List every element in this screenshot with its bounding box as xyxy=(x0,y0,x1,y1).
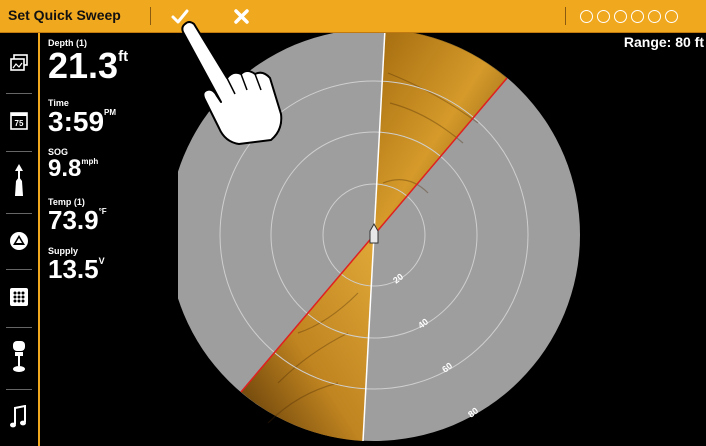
sidebar-divider xyxy=(6,327,32,328)
sidebar-divider xyxy=(6,389,32,390)
grid-menu-icon xyxy=(10,288,28,306)
page-title: Set Quick Sweep xyxy=(8,7,121,23)
title-bar: Set Quick Sweep xyxy=(0,0,706,33)
supply-value: 13.5 xyxy=(48,254,99,284)
sidebar-divider xyxy=(6,269,32,270)
sidebar: 75 xyxy=(0,33,40,446)
navigation-icon xyxy=(15,164,23,196)
trolling-motor-icon xyxy=(13,341,25,372)
range-readout: Range: 80 ft xyxy=(623,34,704,50)
person-icon[interactable] xyxy=(580,9,593,23)
sidebar-divider xyxy=(6,213,32,214)
pointing-hand-icon xyxy=(181,21,283,145)
time-value: 3:59 xyxy=(48,106,105,137)
status-icons xyxy=(580,6,678,26)
temperature-icon[interactable] xyxy=(631,9,644,23)
svg-text:75: 75 xyxy=(15,119,24,128)
time-unit: PM xyxy=(104,108,117,117)
sidebar-item-chart[interactable] xyxy=(0,221,38,261)
depth-value: 21.3 xyxy=(48,45,119,86)
views-icon xyxy=(10,54,28,71)
supply-readout[interactable]: Supply 13.5V xyxy=(48,246,105,282)
chart-icon xyxy=(10,232,28,250)
sidebar-item-grid-menu[interactable] xyxy=(0,277,38,317)
sidebar-item-music[interactable] xyxy=(0,397,38,437)
supply-unit: V xyxy=(98,256,105,266)
nav-icon[interactable] xyxy=(648,9,661,23)
sidebar-divider xyxy=(6,93,32,94)
temp-gauge-icon: 75 xyxy=(10,112,28,130)
title-divider xyxy=(150,7,151,25)
depth-unit: ft xyxy=(118,48,129,65)
time-readout[interactable]: Time 3:59PM xyxy=(48,98,116,136)
sidebar-divider xyxy=(6,151,32,152)
satellite-icon[interactable] xyxy=(665,9,678,23)
sog-readout[interactable]: SOG 9.8mph xyxy=(48,147,98,181)
gps-icon[interactable] xyxy=(597,9,610,23)
sidebar-item-navigation[interactable] xyxy=(0,161,38,201)
temp-value: 73.9 xyxy=(48,205,99,235)
temp-unit: °F xyxy=(98,207,107,216)
sidebar-item-trolling-motor[interactable] xyxy=(0,337,38,377)
music-icon xyxy=(10,405,26,428)
sog-value: 9.8 xyxy=(48,155,82,182)
depth-readout[interactable]: Depth (1) 21.3ft xyxy=(48,38,128,84)
sonar-icon[interactable] xyxy=(614,9,627,23)
temp-readout[interactable]: Temp (1) 73.9°F xyxy=(48,197,107,233)
sidebar-item-temp-gauge[interactable]: 75 xyxy=(0,101,38,141)
sog-unit: mph xyxy=(81,157,99,166)
title-divider xyxy=(565,7,566,25)
sidebar-item-views[interactable] xyxy=(0,43,38,83)
